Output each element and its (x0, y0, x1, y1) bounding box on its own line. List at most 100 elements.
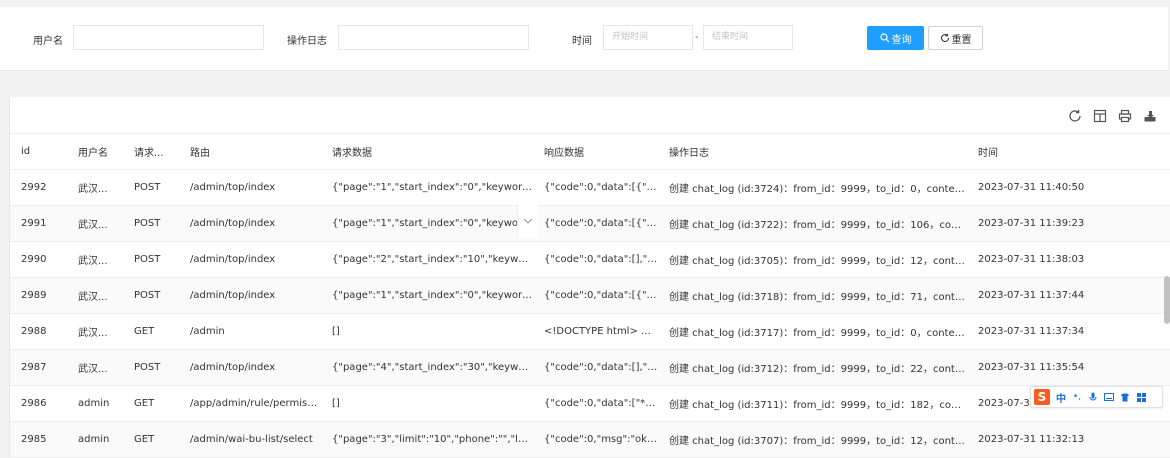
cell-route: /admin/top/index (179, 205, 321, 242)
header-route[interactable]: 路由 (179, 133, 321, 170)
ime-logo[interactable]: S (1034, 389, 1050, 405)
header-response-data[interactable]: 响应数据 (533, 133, 658, 170)
cell-request-data: {"page":"1","start_index":"0","keywords"… (321, 205, 533, 242)
cell-log: 创建 chat_log (id:3722)：from_id：9999，to_id… (658, 205, 967, 242)
cell-username: 武汉... (67, 169, 123, 206)
cell-response-data: {"code":0,"data":["*"],... (533, 385, 658, 422)
mic-icon[interactable] (1088, 392, 1098, 402)
ime-punct[interactable]: •, (1072, 392, 1082, 402)
cell-method: GET (123, 421, 179, 458)
print-icon[interactable] (1118, 109, 1132, 123)
table-row[interactable]: 2986 admin GET/app/admin/rule/permission[]… (10, 385, 1170, 422)
chevron-down-icon (523, 218, 533, 224)
section-gap (0, 78, 1170, 96)
cell-id: 2987 (10, 349, 67, 386)
cell-username: admin (67, 385, 123, 422)
reset-button[interactable]: 重置 (928, 26, 983, 50)
cell-id: 2992 (10, 169, 67, 206)
cell-id: 2991 (10, 205, 67, 242)
cell-log: 创建 chat_log (id:3712)：from_id：9999，to_id… (658, 349, 967, 386)
date-separator: - (695, 32, 699, 43)
cell-request-data: [] (321, 313, 533, 350)
log-table: id 用户名 请求... 路由 请求数据 响应数据 操作日志 时间 2992 武汉… (10, 133, 1170, 458)
search-button[interactable]: 查询 (867, 26, 924, 50)
ime-mode[interactable]: 中 (1056, 390, 1066, 405)
cell-time: 2023-07-31 11:40:50 (967, 169, 1170, 206)
table-row[interactable]: 2989 武汉... POST/admin/top/index {"page":"1"… (10, 277, 1170, 314)
reset-button-label: 重置 (951, 34, 972, 46)
cell-time: 2023-07-31 11:39:23 (967, 205, 1170, 242)
header-id[interactable]: id (10, 133, 67, 170)
header-username[interactable]: 用户名 (67, 133, 123, 170)
cell-method: POST (123, 349, 179, 386)
scrollbar-thumb[interactable] (1164, 276, 1170, 324)
cell-username: 武汉... (67, 205, 123, 242)
table-row[interactable]: 2990 武汉... POST/admin/top/index {"page":"2"… (10, 241, 1170, 278)
table-row[interactable]: 2991 武汉... POST/admin/top/index {"page":"1"… (10, 205, 1170, 242)
cell-username: 武汉... (67, 241, 123, 278)
cell-username: 武汉... (67, 313, 123, 350)
end-time-input[interactable]: 结束时间 (703, 25, 793, 50)
cell-log: 创建 chat_log (id:3705)：from_id：9999，to_id… (658, 241, 967, 278)
table-row[interactable]: 2988 武汉... GET/admin[] <!DOCTYPE html> <...… (10, 313, 1170, 350)
cell-response-data: {"code":0,"data":[],"la... (533, 349, 658, 386)
cell-response-data: {"code":0,"data":[{"titl... (533, 169, 658, 206)
start-time-input[interactable]: 开始时间 (603, 25, 693, 50)
expand-cell-button[interactable] (517, 204, 538, 238)
cell-response-data: {"code":0,"data":[{"titl... (533, 277, 658, 314)
cell-route: /admin (179, 313, 321, 350)
cell-log: 创建 chat_log (id:3718)：from_id：9999，to_id… (658, 277, 967, 314)
filter-bar: 用户名 操作日志 时间 开始时间 - 结束时间 查询 重置 (0, 7, 1168, 71)
refresh-icon[interactable] (1068, 109, 1082, 123)
cell-route: /app/admin/rule/permission (179, 385, 321, 422)
cell-response-data: <!DOCTYPE html> <... (533, 313, 658, 350)
cell-log: 创建 chat_log (id:3711)：from_id：9999，to_id… (658, 385, 967, 422)
cell-request-data: {"page":"1","start_index":"0","keywords"… (321, 277, 533, 314)
grid-icon[interactable] (1136, 392, 1146, 402)
username-label: 用户名 (33, 36, 63, 47)
cell-method: POST (123, 169, 179, 206)
cell-id: 2989 (10, 277, 67, 314)
header-request-data[interactable]: 请求数据 (321, 133, 533, 170)
shirt-icon[interactable] (1120, 392, 1130, 402)
cell-username: admin (67, 421, 123, 458)
cell-route: /admin/wai-bu-list/select (179, 421, 321, 458)
cell-id: 2990 (10, 241, 67, 278)
cell-request-data: {"page":"3","limit":"10","phone":"","loc… (321, 421, 533, 458)
columns-icon[interactable] (1093, 109, 1107, 123)
log-input[interactable] (338, 25, 529, 50)
keyboard-icon[interactable] (1104, 392, 1114, 402)
header-log[interactable]: 操作日志 (658, 133, 967, 170)
table-row[interactable]: 2985 admin GET/admin/wai-bu-list/select {"p… (10, 421, 1170, 458)
table-row[interactable]: 2992 武汉... POST/admin/top/index {"page":"1"… (10, 169, 1170, 206)
table-row[interactable]: 2987 武汉... POST/admin/top/index {"page":"4"… (10, 349, 1170, 386)
ime-toolbar[interactable]: S 中 •, (1030, 386, 1163, 408)
table-header-row: id 用户名 请求... 路由 请求数据 响应数据 操作日志 时间 (10, 133, 1170, 170)
username-input[interactable] (73, 25, 264, 50)
cell-time: 2023-07-31 11:32:13 (967, 421, 1170, 458)
search-icon (879, 33, 889, 43)
cell-log: 创建 chat_log (id:3707)：from_id：9999，to_id… (658, 421, 967, 458)
cell-log: 创建 chat_log (id:3717)：from_id：9999，to_id… (658, 313, 967, 350)
cell-username: 武汉... (67, 349, 123, 386)
cell-route: /admin/top/index (179, 169, 321, 206)
cell-request-data: [] (321, 385, 533, 422)
cell-time: 2023-07-31 11:38:03 (967, 241, 1170, 278)
cell-method: GET (123, 313, 179, 350)
cell-request-data: {"page":"2","start_index":"10","keywords… (321, 241, 533, 278)
cell-method: GET (123, 385, 179, 422)
top-strip (0, 0, 1170, 6)
cell-response-data: {"code":0,"data":[],"la... (533, 241, 658, 278)
header-time[interactable]: 时间 (967, 133, 1170, 170)
cell-route: /admin/top/index (179, 241, 321, 278)
time-label: 时间 (572, 36, 592, 47)
export-icon[interactable] (1143, 109, 1157, 123)
cell-username: 武汉... (67, 277, 123, 314)
cell-response-data: {"code":0,"msg":"ok",... (533, 421, 658, 458)
table-toolbar (10, 97, 1170, 134)
cell-method: POST (123, 277, 179, 314)
cell-time: 2023-07-31 11:37:44 (967, 277, 1170, 314)
cell-route: /admin/top/index (179, 277, 321, 314)
header-method[interactable]: 请求... (123, 133, 179, 170)
cell-id: 2986 (10, 385, 67, 422)
